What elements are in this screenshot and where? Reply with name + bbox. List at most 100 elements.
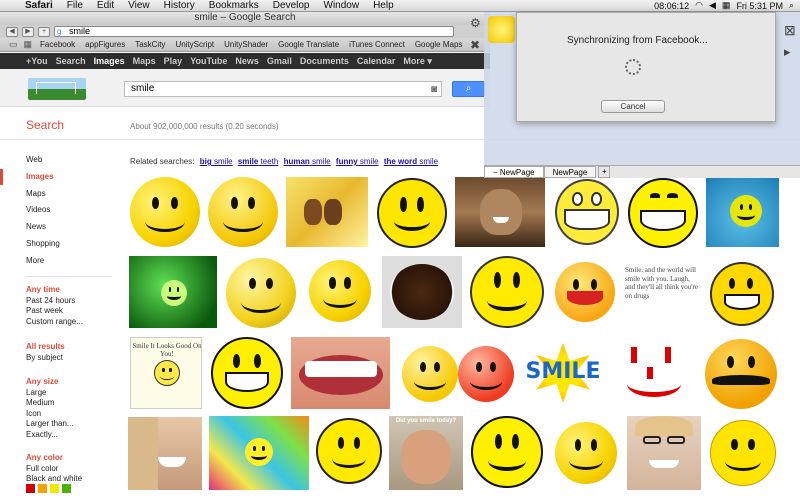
image-result[interactable] — [468, 254, 548, 330]
close-icon[interactable]: ✖ — [470, 38, 480, 52]
filter-past-week[interactable]: Past week — [26, 306, 83, 317]
smiley-app-icon[interactable] — [488, 16, 515, 43]
image-result[interactable] — [708, 416, 778, 490]
gbar-images[interactable]: Images — [94, 56, 132, 66]
related-link-human-smile[interactable]: human smile — [284, 157, 331, 166]
image-result[interactable] — [286, 177, 368, 247]
image-result[interactable] — [314, 416, 384, 490]
related-link-big-smile[interactable]: big smile — [200, 157, 233, 166]
color-swatch[interactable] — [50, 484, 59, 493]
filter-color-head[interactable]: Any color — [26, 453, 82, 464]
bookmark-google-maps[interactable]: Google Maps — [410, 40, 468, 49]
image-result[interactable] — [627, 416, 701, 490]
related-link-word-smile[interactable]: the word smile — [384, 157, 438, 166]
filter-exactly[interactable]: Exactly... — [26, 430, 74, 441]
image-result[interactable] — [128, 417, 202, 490]
gbar-calendar[interactable]: Calendar — [357, 56, 403, 66]
filter-by-subject[interactable]: By subject — [26, 353, 65, 364]
bookmark-unityscript[interactable]: UnityScript — [170, 40, 219, 49]
image-result[interactable]: Did you smile today? — [389, 416, 463, 490]
nav-web[interactable]: Web — [26, 152, 60, 169]
image-result[interactable]: Smile It Looks Good On You! — [130, 337, 202, 409]
back-button[interactable]: ◀ — [6, 26, 18, 37]
image-result[interactable] — [455, 177, 545, 247]
menu-develop[interactable]: Develop — [266, 0, 317, 11]
filter-past-24h[interactable]: Past 24 hours — [26, 296, 83, 307]
image-result[interactable] — [621, 337, 691, 409]
bookmark-itunes-connect[interactable]: iTunes Connect — [344, 40, 410, 49]
wifi-icon[interactable]: ◠ — [695, 0, 703, 11]
bookmark-google-translate[interactable]: Google Translate — [273, 40, 344, 49]
gear-icon[interactable]: ⚙ — [470, 16, 481, 30]
tab-newpage-1[interactable]: − NewPage — [484, 166, 544, 178]
bookmark-taskcity[interactable]: TaskCity — [130, 40, 170, 49]
menu-window[interactable]: Window — [317, 0, 367, 11]
cancel-button[interactable]: Cancel — [601, 100, 665, 113]
menu-file[interactable]: File — [60, 0, 90, 11]
next-icon[interactable]: ▸ — [784, 44, 791, 60]
add-tab-button[interactable]: + — [598, 166, 611, 178]
gbar-more[interactable]: More ▾ — [403, 56, 439, 67]
filter-full-color[interactable]: Full color — [26, 464, 82, 475]
nav-images[interactable]: Images — [26, 169, 60, 186]
gbar-search[interactable]: Search — [56, 56, 93, 66]
menu-history[interactable]: History — [157, 0, 202, 11]
gbar-plus-you[interactable]: +You — [26, 56, 55, 66]
filter-custom-range[interactable]: Custom range... — [26, 317, 83, 328]
image-result[interactable] — [553, 420, 619, 486]
forward-button[interactable]: ▶ — [22, 26, 34, 37]
image-result[interactable] — [469, 414, 545, 490]
volume-icon[interactable]: ◀ — [709, 0, 716, 11]
menu-help[interactable]: Help — [366, 0, 401, 11]
image-result[interactable] — [382, 256, 462, 328]
spotlight-icon[interactable]: ⌕ — [789, 0, 794, 11]
color-swatch[interactable] — [62, 484, 71, 493]
filter-black-white[interactable]: Black and white — [26, 474, 82, 485]
menu-edit[interactable]: Edit — [90, 0, 121, 11]
gbar-news[interactable]: News — [235, 56, 266, 66]
flag-icon[interactable]: ▦ — [722, 0, 731, 11]
top-sites-icon[interactable]: ▦ — [21, 39, 36, 50]
datetime[interactable]: Fri 5:31 PM — [736, 1, 783, 11]
bookmark-unityshader[interactable]: UnityShader — [219, 40, 273, 49]
filter-results-head[interactable]: All results — [26, 342, 65, 353]
tab-newpage-2[interactable]: NewPage — [543, 166, 597, 178]
gbar-gmail[interactable]: Gmail — [267, 56, 299, 66]
image-result[interactable]: SMILE — [523, 337, 603, 409]
address-bar[interactable]: g smile — [54, 26, 454, 37]
image-result[interactable] — [130, 177, 200, 247]
image-result[interactable] — [553, 177, 621, 247]
related-link-smile-teeth[interactable]: smile teeth — [238, 157, 278, 166]
color-swatch[interactable] — [38, 484, 47, 493]
image-result[interactable]: Smile, and the world will smile with you… — [622, 258, 702, 330]
image-result[interactable] — [375, 177, 450, 249]
image-result[interactable] — [553, 260, 617, 324]
nav-news[interactable]: News — [26, 219, 60, 236]
image-result[interactable] — [398, 338, 518, 410]
menu-app[interactable]: Safari — [18, 0, 60, 11]
search-button[interactable]: ⌕ — [452, 81, 485, 97]
filter-icon[interactable]: Icon — [26, 409, 74, 420]
image-result[interactable] — [708, 258, 778, 330]
nav-shopping[interactable]: Shopping — [26, 236, 60, 253]
filter-larger-than[interactable]: Larger than... — [26, 419, 74, 430]
google-doodle-logo[interactable] — [28, 78, 86, 100]
related-link-funny-smile[interactable]: funny smile — [336, 157, 379, 166]
nav-maps[interactable]: Maps — [26, 186, 60, 203]
image-result[interactable] — [626, 177, 700, 249]
filter-size-head[interactable]: Any size — [26, 377, 74, 388]
bookmark-facebook[interactable]: Facebook — [35, 40, 80, 49]
image-result[interactable] — [703, 337, 779, 411]
close-icon[interactable]: ⊠ — [784, 22, 796, 39]
image-result[interactable] — [224, 256, 298, 330]
image-result[interactable] — [129, 256, 217, 328]
camera-icon[interactable]: ◙ — [431, 83, 437, 97]
add-bookmark-button[interactable]: + — [38, 26, 50, 37]
image-result[interactable] — [291, 337, 390, 409]
gbar-youtube[interactable]: YouTube — [190, 56, 234, 66]
nav-more[interactable]: More — [26, 253, 60, 270]
image-result[interactable] — [209, 335, 285, 411]
search-input[interactable]: smile ◙ — [124, 81, 442, 97]
filter-large[interactable]: Large — [26, 388, 74, 399]
color-swatch[interactable] — [26, 484, 35, 493]
